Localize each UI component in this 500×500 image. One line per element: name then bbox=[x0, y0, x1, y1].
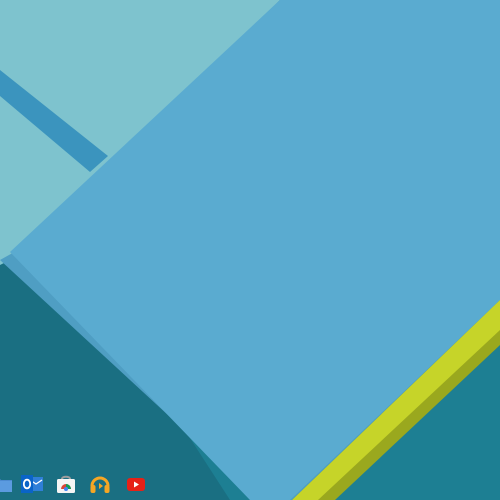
desktop bbox=[0, 0, 500, 500]
wallpaper bbox=[0, 0, 500, 500]
outlook-app-button[interactable] bbox=[20, 472, 44, 496]
chrome-web-store-app-button[interactable] bbox=[54, 472, 78, 496]
files-app-button[interactable] bbox=[0, 472, 14, 496]
headphones-icon bbox=[90, 476, 110, 493]
folder-icon bbox=[0, 479, 12, 492]
outlook-icon bbox=[21, 475, 43, 493]
play-music-app-button[interactable] bbox=[88, 472, 112, 496]
youtube-app-button[interactable] bbox=[124, 472, 148, 496]
web-store-icon bbox=[57, 475, 75, 493]
shelf bbox=[0, 468, 500, 500]
youtube-icon bbox=[127, 478, 145, 491]
